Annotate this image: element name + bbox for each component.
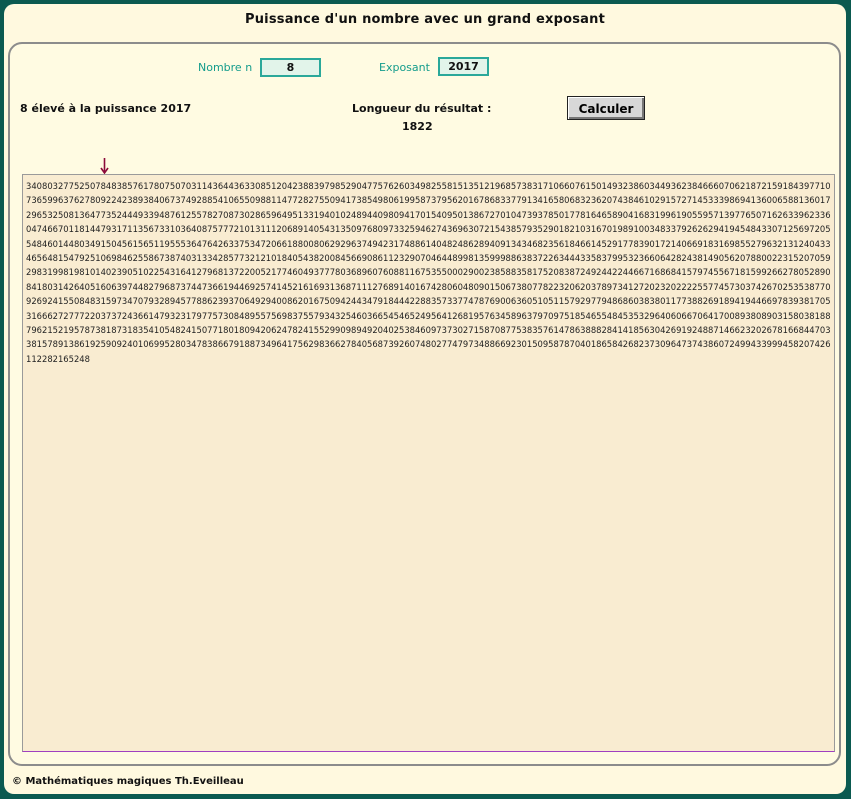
length-label: Longueur du résultat : [352,102,492,115]
copyright-footer: © Mathématiques magiques Th.Eveilleau [12,776,244,787]
number-label: Nombre n [198,61,253,74]
exponent-label: Exposant [379,61,430,74]
main-panel: Nombre n 8 Exposant 2017 Calculer 8 élev… [8,42,841,766]
calculate-button[interactable]: Calculer [567,96,645,120]
result-caption: 8 élevé à la puissance 2017 [20,102,192,115]
exponent-input[interactable]: 2017 [438,57,489,76]
number-input[interactable]: 8 [260,58,321,77]
length-value: 1822 [402,120,433,133]
app-window: Puissance d'un nombre avec un grand expo… [4,4,846,794]
page-title: Puissance d'un nombre avec un grand expo… [244,12,606,27]
result-textarea[interactable]: 3408032775250784838576178075070311436443… [22,174,835,752]
down-arrow-icon [100,158,109,174]
